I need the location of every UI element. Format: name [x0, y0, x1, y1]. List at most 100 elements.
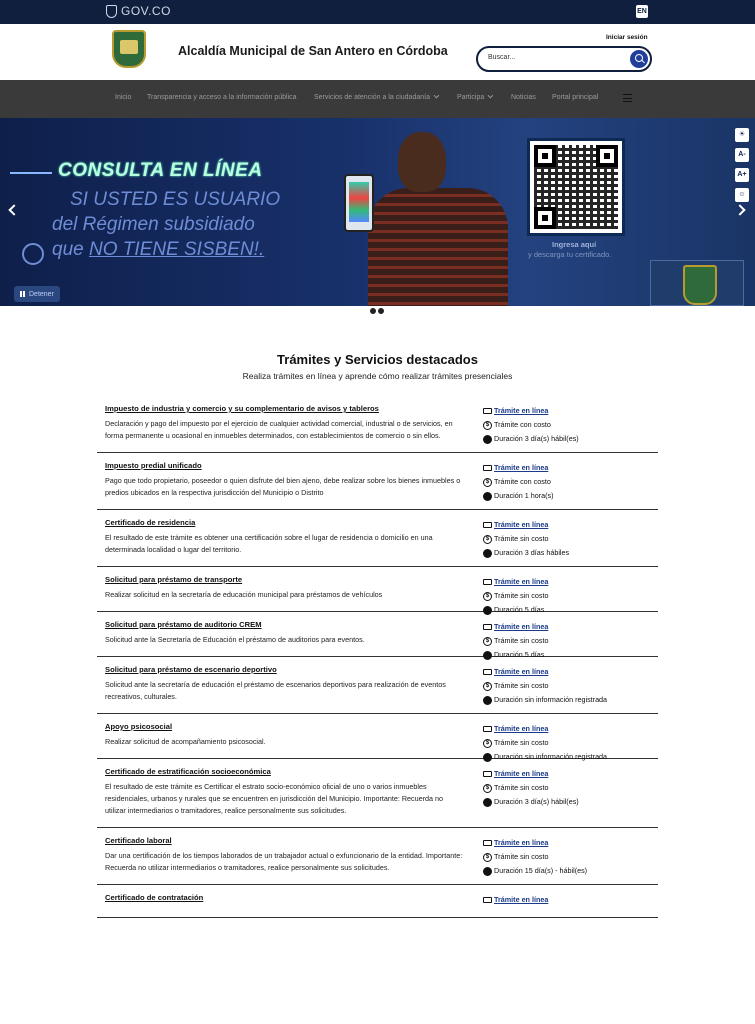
nav-item-label: Participa [457, 94, 485, 101]
site-title[interactable]: Alcaldía Municipal de San Antero en Córd… [178, 44, 448, 58]
procedure-mode: Trámite en línea [494, 667, 549, 676]
dollar-icon: $ [483, 477, 492, 487]
nav-item-participa[interactable]: Participa [457, 92, 494, 101]
procedure-duration: Duración 15 día(s) - hábil(es) [483, 864, 587, 878]
procedure-online-link[interactable]: Trámite en línea [483, 404, 579, 418]
touch-hand-icon [22, 243, 44, 265]
procedure-mode: Trámite en línea [494, 463, 549, 472]
procedure-title-link[interactable]: Certificado de residencia [105, 518, 465, 527]
procedure-cost: $ Trámite sin costo [483, 532, 569, 546]
login-link[interactable]: Iniciar sesión [606, 34, 648, 41]
procedure-online-link[interactable]: Trámite en línea [483, 665, 607, 679]
contrast-icon[interactable]: ☀ [735, 128, 749, 142]
language-toggle-button[interactable]: EN [636, 5, 648, 18]
monitor-icon [483, 771, 492, 777]
procedure-title-link[interactable]: Solicitud para préstamo de auditorio CRE… [105, 620, 465, 629]
monitor-icon [483, 522, 492, 528]
dollar-icon: $ [483, 636, 492, 646]
govco-logo[interactable]: GOV.CO [106, 4, 171, 18]
procedure-online-link[interactable]: Trámite en línea [483, 575, 548, 589]
procedure-online-link[interactable]: Trámite en línea [483, 836, 587, 850]
procedure-duration-label: Duración 15 día(s) - hábil(es) [494, 866, 588, 875]
govco-bar: GOV.CO EN [0, 0, 755, 24]
decrease-font-icon[interactable]: A- [735, 148, 749, 162]
municipal-crest-logo[interactable] [112, 30, 146, 68]
clock-icon [483, 695, 492, 705]
nav-item-portal-principal[interactable]: Portal principal [552, 94, 598, 101]
increase-font-icon[interactable]: A+ [735, 168, 749, 182]
procedure-online-link[interactable]: Trámite en línea [483, 620, 548, 634]
procedure-online-link[interactable]: Trámite en línea [483, 767, 579, 781]
dollar-icon: $ [483, 681, 492, 691]
procedure-description: Solicitud ante la secretaría de educació… [105, 680, 446, 701]
qr-code[interactable] [527, 138, 625, 236]
procedure-duration: Duración 3 día(s) hábil(es) [483, 795, 579, 809]
procedure-meta: Trámite en línea $ Trámite con costo Duraci… [483, 461, 554, 503]
procedure-online-link[interactable]: Trámite en línea [483, 518, 569, 532]
banner-seal-image [650, 260, 744, 306]
nav-item-inicio[interactable]: Inicio [115, 94, 131, 101]
procedure-info: Apoyo psicosocial Realizar solicitud de a… [105, 722, 465, 748]
qr-label-primary: Ingresa aquí [552, 240, 597, 249]
procedure-title-link[interactable]: Solicitud para préstamo de escenario dep… [105, 665, 465, 674]
carousel-next-icon[interactable] [734, 204, 746, 216]
procedure-title-link[interactable]: Solicitud para préstamo de transporte [105, 575, 465, 584]
procedure-row: Impuesto predial unificado Pago que todo … [97, 453, 658, 510]
procedure-description: Declaración y pago del impuesto por el e… [105, 419, 453, 440]
hero-carousel[interactable]: CONSULTA EN LÍNEA SI USTED ES USUARIO de… [0, 118, 755, 306]
procedure-title-link[interactable]: Apoyo psicosocial [105, 722, 465, 731]
procedure-row: Certificado de estratificación socioecon… [97, 759, 658, 828]
procedure-mode: Trámite en línea [494, 838, 549, 847]
dollar-icon: $ [483, 783, 492, 793]
procedure-meta: Trámite en línea $ Trámite sin costo Duraci… [483, 620, 548, 662]
hamburger-menu-icon[interactable] [623, 94, 632, 102]
procedure-description: El resultado de este trámite es Certific… [105, 782, 444, 815]
carousel-dot[interactable] [370, 308, 376, 314]
procedure-mode: Trámite en línea [494, 622, 549, 631]
procedure-title-link[interactable]: Impuesto predial unificado [105, 461, 465, 470]
procedure-online-link[interactable]: Trámite en línea [483, 722, 607, 736]
procedure-title-link[interactable]: Certificado laboral [105, 836, 465, 845]
nav-item-noticias[interactable]: Noticias [511, 94, 536, 101]
procedure-duration: Duración 3 día(s) hábil(es) [483, 432, 579, 446]
carousel-stop-button[interactable]: Detener [14, 286, 60, 302]
procedure-info: Solicitud para préstamo de auditorio CRE… [105, 620, 465, 646]
search-input[interactable] [488, 54, 628, 61]
procedure-mode: Trámite en línea [494, 577, 549, 586]
procedure-cost-label: Trámite sin costo [494, 534, 549, 543]
monitor-icon [483, 669, 492, 675]
procedure-description: Realizar solicitud en la secretaría de e… [105, 590, 383, 599]
procedure-description: Dar una certificación de los tiempos lab… [105, 851, 463, 872]
procedure-online-link[interactable]: Trámite en línea [483, 893, 548, 907]
procedure-mode: Trámite en línea [494, 895, 549, 904]
procedure-info: Certificado laboral Dar una certificación… [105, 836, 465, 874]
procedure-description: Realizar solicitud de acompañamiento psi… [105, 737, 266, 746]
clock-icon [483, 866, 492, 876]
procedure-online-link[interactable]: Trámite en línea [483, 461, 554, 475]
search-icon[interactable] [630, 50, 648, 68]
procedure-title-link[interactable]: Impuesto de industria y comercio y su co… [105, 404, 465, 413]
procedure-cost: $ Trámite sin costo [483, 679, 607, 693]
procedure-meta: Trámite en línea $ Trámite sin costo Duraci… [483, 722, 607, 764]
procedure-description: Pago que todo propietario, poseedor o qu… [105, 476, 461, 497]
procedure-duration-label: Duración 3 día(s) hábil(es) [494, 434, 579, 443]
procedure-title-link[interactable]: Certificado de contratación [105, 893, 465, 902]
chevron-down-icon [433, 92, 440, 99]
procedure-cost-label: Trámite con costo [494, 420, 551, 429]
nav-item-servicios[interactable]: Servicios de atención a la ciudadanía [314, 92, 440, 101]
procedure-cost-label: Trámite sin costo [494, 738, 549, 747]
procedure-title-link[interactable]: Certificado de estratificación socioecon… [105, 767, 465, 776]
procedure-cost-label: Trámite sin costo [494, 852, 549, 861]
nav-item-label: Transparencia y acceso a la información … [147, 94, 297, 101]
procedure-duration-label: Duración 1 hora(s) [494, 491, 554, 500]
procedure-cost: $ Trámite sin costo [483, 736, 607, 750]
phone-image [344, 174, 374, 232]
nav-item-transparencia[interactable]: Transparencia y acceso a la información … [147, 94, 297, 101]
accessibility-icon[interactable]: ☺ [735, 188, 749, 202]
nav-item-label: Noticias [511, 94, 536, 101]
carousel-dot[interactable] [378, 308, 384, 314]
procedure-info: Solicitud para préstamo de escenario dep… [105, 665, 465, 703]
dollar-icon: $ [483, 852, 492, 862]
carousel-prev-icon[interactable] [8, 204, 20, 216]
procedure-duration-label: Duración 3 días hábiles [494, 548, 570, 557]
